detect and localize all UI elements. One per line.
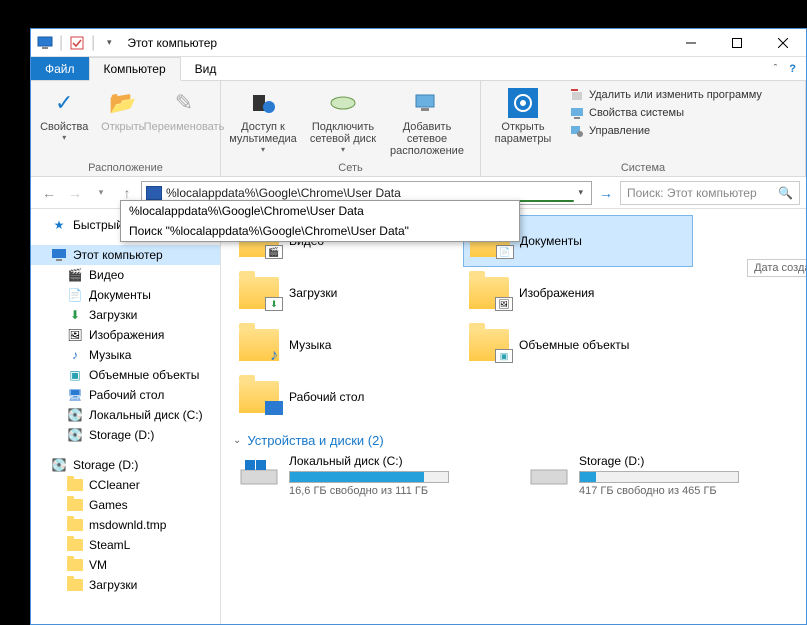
system-properties-button[interactable]: Свойства системы <box>569 105 762 121</box>
folder-pictures[interactable]: 🖼Изображения <box>463 267 693 319</box>
tab-computer[interactable]: Компьютер <box>89 57 181 81</box>
drive-progress <box>289 471 449 483</box>
manage-button[interactable]: Управление <box>569 123 762 139</box>
help-icon[interactable]: ? <box>789 63 796 75</box>
sidebar-music[interactable]: ♪Музыка <box>31 345 220 365</box>
drive-local-c[interactable]: Локальный диск (C:) 16,6 ГБ свободно из … <box>239 454 499 497</box>
sidebar-folder-downloads[interactable]: Загрузки <box>31 575 220 595</box>
drive-free-text: 16,6 ГБ свободно из 111 ГБ <box>289 483 499 497</box>
group-location-label: Расположение <box>37 160 214 176</box>
qat-checkbox-icon[interactable] <box>67 33 87 53</box>
sidebar-desktop[interactable]: 🖥Рабочий стол <box>31 385 220 405</box>
qat-dropdown-icon[interactable]: ▾ <box>99 33 119 53</box>
uninstall-program-button[interactable]: Удалить или изменить программу <box>569 87 762 103</box>
address-dropdown-icon[interactable]: ▾ <box>574 187 587 198</box>
folder-3d-objects[interactable]: ▣Объемные объекты <box>463 319 693 371</box>
sidebar-folder-games[interactable]: Games <box>31 495 220 515</box>
search-placeholder: Поиск: Этот компьютер <box>627 186 757 200</box>
folder-music[interactable]: ♪Музыка <box>233 319 463 371</box>
section-devices[interactable]: ⌄Устройства и диски (2) <box>233 423 794 454</box>
maximize-button[interactable] <box>714 29 760 57</box>
suggestion-search[interactable]: Поиск "%localappdata%\Google\Chrome\User… <box>121 221 519 241</box>
map-drive-button[interactable]: Подключить сетевой диск▾ <box>303 83 383 154</box>
forward-button[interactable]: → <box>63 181 87 205</box>
ribbon-tabs: Файл Компьютер Вид ˆ ? <box>31 57 806 81</box>
tab-view[interactable]: Вид <box>181 57 231 80</box>
drive-name: Локальный диск (C:) <box>289 454 499 471</box>
rename-button[interactable]: ✎Переименовать <box>154 83 214 133</box>
media-access-button[interactable]: Доступ к мультимедиа▾ <box>227 83 299 154</box>
folder-downloads[interactable]: ⬇Загрузки <box>233 267 463 319</box>
minimize-button[interactable] <box>668 29 714 57</box>
search-icon: 🔍 <box>778 186 793 200</box>
tab-file[interactable]: Файл <box>31 57 89 80</box>
address-pc-icon <box>146 186 162 200</box>
sidebar-folder-steaml[interactable]: SteamL <box>31 535 220 555</box>
sidebar-this-pc[interactable]: Этот компьютер <box>31 245 220 265</box>
sidebar-pictures[interactable]: 🖼Изображения <box>31 325 220 345</box>
back-button[interactable]: ← <box>37 181 61 205</box>
sidebar-videos[interactable]: 🎬Видео <box>31 265 220 285</box>
navigation-pane[interactable]: ★Быстрый доступ Этот компьютер 🎬Видео 📄Д… <box>31 209 221 624</box>
open-settings-button[interactable]: Открыть параметры <box>487 83 559 145</box>
separator: | <box>89 34 97 52</box>
explorer-body: ★Быстрый доступ Этот компьютер 🎬Видео 📄Д… <box>31 209 806 624</box>
separator: | <box>57 34 65 52</box>
drive-free-text: 417 ГБ свободно из 465 ГБ <box>579 483 789 497</box>
drive-icon <box>239 454 279 490</box>
properties-button[interactable]: ✓Свойства▾ <box>37 83 92 142</box>
add-network-button[interactable]: Добавить сетевое расположение <box>387 83 467 157</box>
chevron-down-icon: ⌄ <box>233 435 241 446</box>
sidebar-documents[interactable]: 📄Документы <box>31 285 220 305</box>
group-system-label: Система <box>487 160 799 176</box>
drive-name: Storage (D:) <box>579 454 789 471</box>
drive-progress <box>579 471 739 483</box>
explorer-window: | | ▾ Этот компьютер Файл Компьютер Вид … <box>30 28 807 625</box>
recent-dropdown-icon[interactable]: ▾ <box>89 181 113 205</box>
address-text[interactable]: %localappdata%\Google\Chrome\User Data <box>166 186 574 200</box>
open-button[interactable]: 📂Открыть <box>96 83 151 133</box>
content-pane[interactable]: 🎬Видео ⬇Загрузки ♪Музыка Рабочий стол 📄Д… <box>221 209 806 624</box>
address-suggestions[interactable]: %localappdata%\Google\Chrome\User Data П… <box>120 200 520 242</box>
sidebar-storage-d-root[interactable]: 💽Storage (D:) <box>31 455 220 475</box>
go-button[interactable]: → <box>594 181 618 205</box>
group-network-label: Сеть <box>227 160 474 176</box>
window-title: Этот компьютер <box>121 36 217 50</box>
ribbon: ✓Свойства▾ 📂Открыть ✎Переименовать Распо… <box>31 81 806 177</box>
titlebar: | | ▾ Этот компьютер <box>31 29 806 57</box>
sidebar-storage-d[interactable]: 💽Storage (D:) <box>31 425 220 445</box>
sidebar-folder-msdownld[interactable]: msdownld.tmp <box>31 515 220 535</box>
pc-icon <box>35 33 55 53</box>
search-input[interactable]: Поиск: Этот компьютер 🔍 <box>620 181 800 205</box>
ribbon-collapse-icon[interactable]: ˆ <box>774 63 778 75</box>
drive-icon <box>529 454 569 490</box>
date-tooltip: Дата создания: 06.12.2018 5 <box>747 259 806 277</box>
sidebar-downloads[interactable]: ⬇Загрузки <box>31 305 220 325</box>
sidebar-folder-ccleaner[interactable]: CCleaner <box>31 475 220 495</box>
sidebar-folder-vm[interactable]: VM <box>31 555 220 575</box>
sidebar-local-disk-c[interactable]: 💽Локальный диск (C:) <box>31 405 220 425</box>
drive-storage-d[interactable]: Storage (D:) 417 ГБ свободно из 465 ГБ <box>529 454 789 497</box>
folder-desktop[interactable]: Рабочий стол <box>233 371 463 423</box>
close-button[interactable] <box>760 29 806 57</box>
suggestion-path[interactable]: %localappdata%\Google\Chrome\User Data <box>121 201 519 221</box>
sidebar-3d-objects[interactable]: ▣Объемные объекты <box>31 365 220 385</box>
